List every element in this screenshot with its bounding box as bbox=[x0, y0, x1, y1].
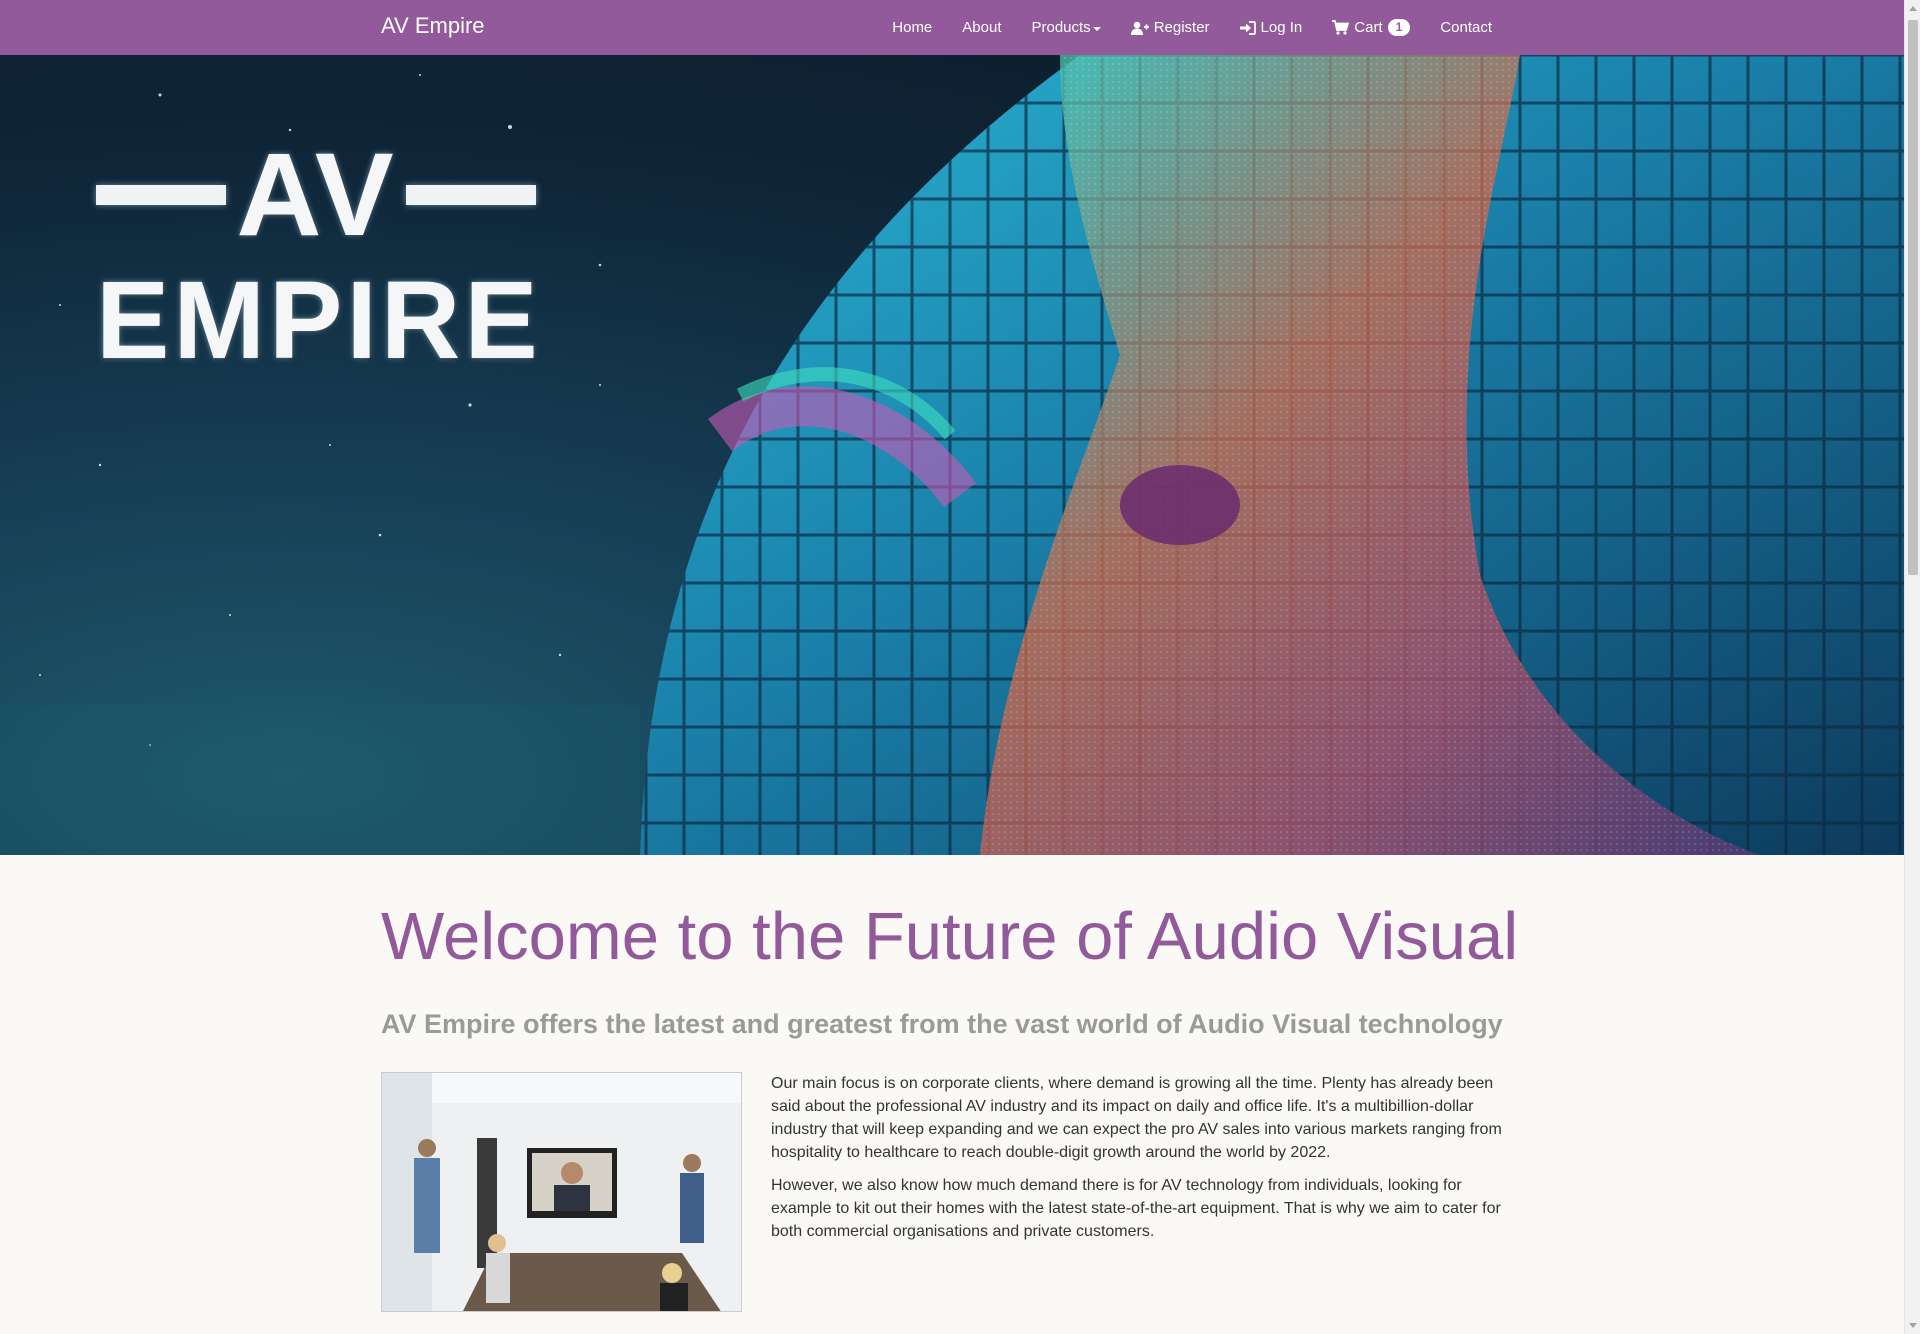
nav-item-home[interactable]: Home bbox=[892, 19, 932, 36]
page-title: Welcome to the Future of Audio Visual bbox=[381, 899, 1519, 974]
scrollbar-thumb[interactable] bbox=[1908, 20, 1918, 575]
brand-link[interactable]: AV Empire bbox=[381, 0, 485, 55]
main-content: Welcome to the Future of Audio Visual AV… bbox=[381, 855, 1521, 1313]
page: AV Empire Home About Products Register L… bbox=[0, 0, 1920, 1334]
conference-room-image bbox=[381, 1072, 742, 1313]
nav-menu: Home About Products Register Log In Cart… bbox=[862, 0, 1492, 55]
page-subtitle: AV Empire offers the latest and greatest… bbox=[381, 1009, 1503, 1040]
cart-count-badge: 1 bbox=[1387, 19, 1411, 36]
nav-item-contact[interactable]: Contact bbox=[1440, 19, 1492, 36]
nav-item-login[interactable]: Log In bbox=[1239, 19, 1303, 36]
scroll-up-arrow-icon[interactable] bbox=[1909, 6, 1917, 11]
nav-item-label: Cart bbox=[1354, 19, 1383, 36]
av-empire-logo: AV EMPIRE bbox=[96, 129, 542, 382]
logo-text-top: AV bbox=[236, 129, 396, 261]
nav-item-label: About bbox=[962, 19, 1002, 36]
user-plus-icon bbox=[1130, 21, 1149, 35]
logo-text-bottom: EMPIRE bbox=[96, 259, 542, 382]
scroll-down-arrow-icon[interactable] bbox=[1909, 1323, 1917, 1328]
intro-paragraph-2: However, we also know how much demand th… bbox=[771, 1177, 1501, 1241]
caret-down-icon bbox=[1092, 26, 1101, 31]
top-navbar: AV Empire Home About Products Register L… bbox=[0, 0, 1904, 55]
nav-item-label: Home bbox=[892, 19, 933, 36]
page-scrollbar[interactable] bbox=[1904, 0, 1920, 1334]
nav-item-products[interactable]: Products bbox=[1031, 19, 1101, 36]
intro-text: Our main focus is on corporate clients, … bbox=[771, 1072, 1521, 1312]
logo-bar-right bbox=[405, 185, 536, 205]
logo-bar-left bbox=[96, 185, 226, 205]
nav-item-about[interactable]: About bbox=[962, 19, 1001, 36]
intro-paragraph-1: Our main focus is on corporate clients, … bbox=[771, 1075, 1502, 1162]
nav-item-label: Log In bbox=[1260, 19, 1303, 36]
nav-item-label: Register bbox=[1153, 19, 1210, 36]
shopping-cart-icon bbox=[1332, 20, 1350, 35]
nav-item-label: Products bbox=[1031, 19, 1091, 36]
sign-in-icon bbox=[1239, 20, 1256, 35]
intro-row: Our main focus is on corporate clients, … bbox=[381, 1072, 1521, 1313]
nav-item-label: Contact bbox=[1440, 19, 1492, 36]
nav-item-register[interactable]: Register bbox=[1130, 19, 1210, 36]
nav-item-cart[interactable]: Cart 1 bbox=[1332, 19, 1411, 36]
hero-banner: AV EMPIRE bbox=[0, 55, 1904, 855]
